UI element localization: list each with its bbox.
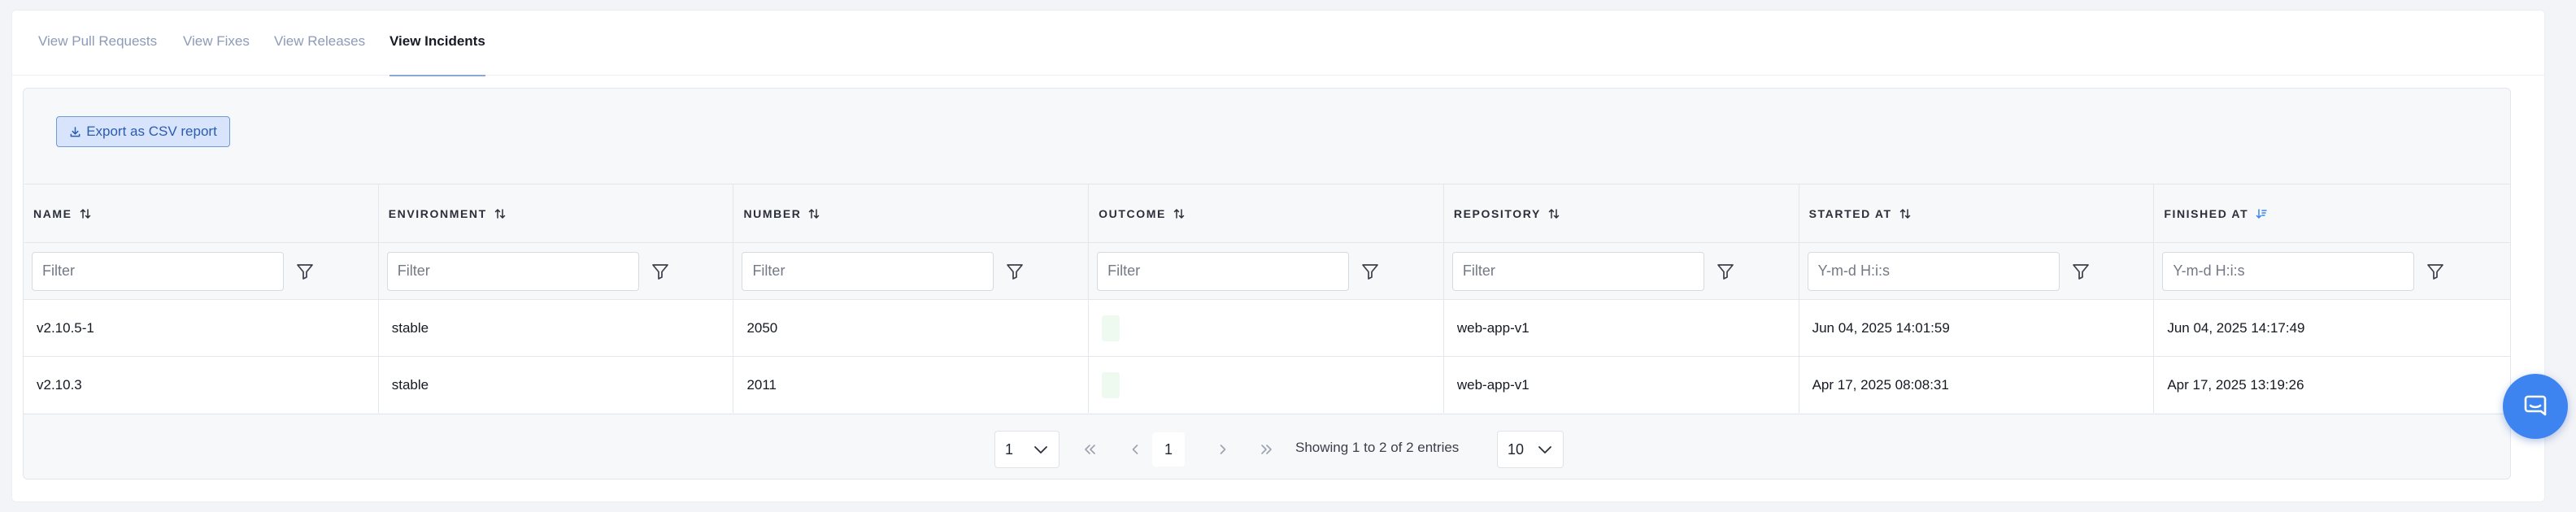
column-header-label: ENVIRONMENT [388, 206, 487, 220]
sort-desc-icon[interactable] [2255, 207, 2268, 220]
column-header-label: FINISHED AT [2164, 206, 2249, 220]
cell-outcome [1089, 300, 1444, 356]
cell-started-at: Jun 04, 2025 14:01:59 [1799, 300, 2155, 356]
page-select-value: 1 [1005, 440, 1014, 458]
cell-name: v2.10.5-1 [24, 300, 379, 356]
cell-finished-at: Apr 17, 2025 13:19:26 [2167, 376, 2304, 393]
cell-environment: stable [379, 300, 734, 356]
filter-cell [733, 243, 1090, 299]
filter-number-input[interactable] [742, 251, 994, 291]
table-header-row: NAME ENVIRONMENT NUMBER OUTCOME REPOSITO… [24, 184, 2510, 242]
chat-launcher-button[interactable] [2503, 374, 2568, 439]
filter-name-input[interactable] [32, 251, 284, 291]
tab-view-pull-requests[interactable]: View Pull Requests [38, 11, 157, 76]
cell-environment: stable [379, 357, 734, 413]
column-header-repository[interactable]: REPOSITORY [1444, 184, 1799, 242]
outcome-badge [1102, 315, 1120, 341]
column-header-name[interactable]: NAME [24, 184, 379, 242]
funnel-icon[interactable] [2426, 262, 2445, 281]
double-chevron-right-icon [1261, 445, 1272, 454]
column-header-label: NUMBER [743, 206, 802, 220]
first-page-button[interactable] [1081, 440, 1099, 458]
cell-started-at: Apr 17, 2025 08:08:31 [1799, 357, 2155, 413]
sort-arrows-icon[interactable] [1547, 207, 1560, 220]
double-chevron-left-icon [1085, 445, 1095, 454]
filter-cell [2154, 243, 2510, 299]
filter-cell [1444, 243, 1799, 299]
sort-arrows-icon[interactable] [1899, 207, 1912, 220]
column-header-outcome[interactable]: OUTCOME [1089, 184, 1444, 242]
cell-outcome [1089, 357, 1444, 413]
chat-bubble-icon [2524, 395, 2547, 416]
column-header-started-at[interactable]: STARTED AT [1799, 184, 2155, 242]
filter-cell [1089, 243, 1444, 299]
previous-page-button[interactable] [1126, 440, 1144, 458]
table-row[interactable]: v2.10.3 stable 2011 web-app-v1 Apr 17, 2… [24, 356, 2510, 413]
filter-finished-at-input[interactable] [2162, 251, 2415, 291]
cell-number: 2011 [733, 357, 1090, 413]
pagination-bar: 1 1 Showing 1 to 2 of 2 entries 10 [24, 414, 2510, 479]
cell-name: v2.10.3 [24, 357, 379, 413]
table-filter-row [24, 242, 2510, 299]
column-header-label: STARTED AT [1808, 206, 1892, 220]
next-page-button[interactable] [1214, 440, 1232, 458]
export-csv-label: Export as CSV report [86, 124, 217, 139]
tab-bar: View Pull Requests View Fixes View Relea… [12, 11, 2544, 76]
filter-outcome-input[interactable] [1097, 251, 1350, 291]
chevron-down-icon [1034, 446, 1047, 453]
column-header-label: NAME [33, 206, 72, 220]
page-size-value: 10 [1508, 440, 1525, 458]
entries-summary: Showing 1 to 2 of 2 entries [1295, 440, 1460, 455]
chevron-left-icon [1132, 445, 1138, 454]
funnel-icon[interactable] [651, 262, 670, 281]
filter-started-at-input[interactable] [1807, 251, 2060, 291]
funnel-icon[interactable] [2071, 262, 2091, 281]
tab-view-releases[interactable]: View Releases [274, 11, 365, 76]
funnel-icon[interactable] [1716, 262, 1735, 281]
last-page-button[interactable] [1258, 440, 1276, 458]
sort-arrows-icon[interactable] [807, 207, 820, 220]
sort-arrows-icon[interactable] [494, 207, 507, 220]
funnel-icon[interactable] [295, 262, 315, 281]
sort-arrows-icon[interactable] [1173, 207, 1186, 220]
column-header-label: REPOSITORY [1453, 206, 1541, 220]
filter-cell [379, 243, 734, 299]
funnel-icon[interactable] [1360, 262, 1380, 281]
tab-view-incidents[interactable]: View Incidents [389, 11, 485, 76]
column-header-number[interactable]: NUMBER [733, 184, 1090, 242]
sort-arrows-icon[interactable] [79, 207, 92, 220]
export-csv-button[interactable]: Export as CSV report [56, 116, 230, 147]
chevron-down-icon [1538, 446, 1551, 453]
page-size-select[interactable]: 10 [1497, 431, 1564, 468]
column-header-label: OUTCOME [1099, 206, 1166, 220]
column-header-finished-at[interactable]: FINISHED AT [2154, 184, 2510, 242]
cell-repository: web-app-v1 [1444, 357, 1799, 413]
page-number-current[interactable]: 1 [1152, 432, 1185, 466]
outcome-badge [1102, 371, 1120, 398]
funnel-icon[interactable] [1005, 262, 1025, 281]
cell-finished-at: Jun 04, 2025 14:17:49 [2167, 319, 2305, 336]
filter-cell [1799, 243, 2155, 299]
filter-environment-input[interactable] [386, 251, 639, 291]
incidents-table-panel: Export as CSV report NAME ENVIRONMENT NU… [23, 88, 2511, 479]
download-icon [70, 126, 80, 137]
tab-view-fixes[interactable]: View Fixes [183, 11, 250, 76]
cell-repository: web-app-v1 [1444, 300, 1799, 356]
column-header-environment[interactable]: ENVIRONMENT [379, 184, 734, 242]
table-row[interactable]: v2.10.5-1 stable 2050 web-app-v1 Jun 04,… [24, 299, 2510, 356]
chevron-right-icon [1220, 445, 1226, 454]
filter-repository-input[interactable] [1451, 251, 1704, 291]
cell-number: 2050 [733, 300, 1090, 356]
page-select[interactable]: 1 [994, 431, 1060, 468]
filter-cell [24, 243, 379, 299]
